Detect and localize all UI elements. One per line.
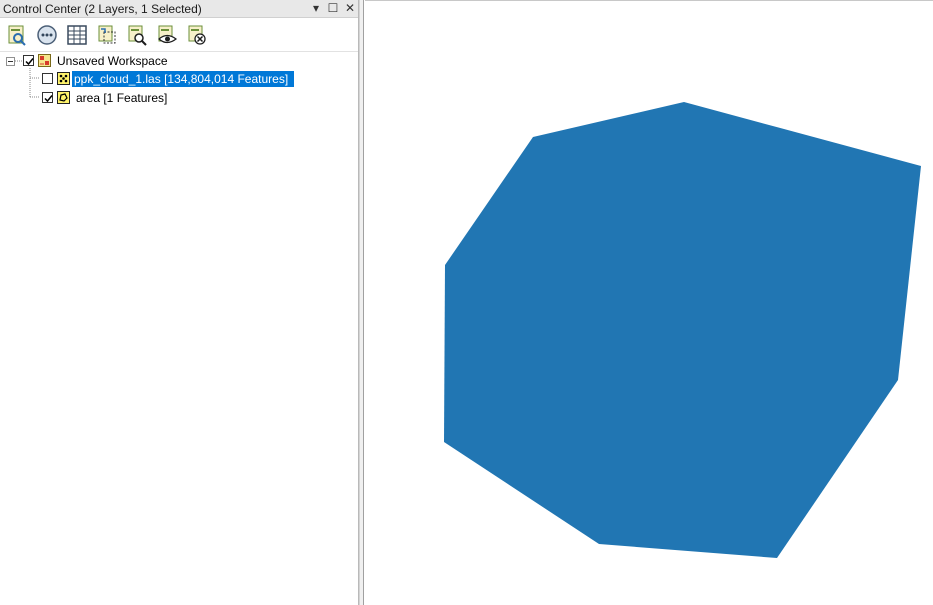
select-layer-button[interactable]	[95, 23, 119, 47]
minus-icon	[8, 61, 13, 62]
panel-splitter[interactable]	[359, 0, 364, 605]
tree-node-workspace[interactable]: Unsaved Workspace	[0, 52, 358, 70]
zoom-to-layer-button[interactable]	[125, 23, 149, 47]
remove-layer-icon	[188, 25, 206, 45]
select-layer-icon	[98, 25, 116, 44]
panel-title: Control Center (2 Layers, 1 Selected)	[3, 2, 202, 16]
tree-node-layer[interactable]: ppk_cloud_1.las [134,804,014 Features]	[0, 70, 358, 88]
checkmark-icon	[44, 95, 53, 103]
layer-options-icon	[37, 25, 57, 45]
add-data-icon	[8, 25, 26, 46]
pin-dropdown-button[interactable]: ▾	[309, 1, 323, 15]
layer-visibility-checkbox[interactable]	[42, 73, 53, 84]
maximize-button[interactable]: ☐	[326, 1, 340, 15]
add-data-button[interactable]	[5, 23, 29, 47]
zoom-to-layer-icon	[128, 25, 147, 46]
layer-visibility-checkbox[interactable]	[42, 92, 53, 103]
workspace-checkbox[interactable]	[23, 55, 34, 66]
polygon-layer-icon	[57, 91, 70, 104]
workspace-label: Unsaved Workspace	[57, 54, 168, 68]
control-center-toolbar	[0, 18, 358, 52]
attribute-table-button[interactable]	[65, 23, 89, 47]
view-layer-icon	[158, 25, 177, 44]
map-canvas	[444, 102, 921, 558]
layer-label[interactable]: area [1 Features]	[74, 90, 169, 106]
layer-label-selected[interactable]: ppk_cloud_1.las [134,804,014 Features]	[72, 71, 294, 87]
layer-options-button[interactable]	[35, 23, 59, 47]
collapse-toggle[interactable]	[6, 57, 15, 66]
tree-node-layer[interactable]: area [1 Features]	[0, 89, 358, 107]
point-cloud-icon	[57, 72, 70, 85]
attribute-table-icon	[67, 25, 87, 45]
control-center-panel: Control Center (2 Layers, 1 Selected) ▾ …	[0, 0, 359, 605]
area-polygon[interactable]	[444, 102, 921, 558]
view-layer-button[interactable]	[155, 23, 179, 47]
close-button[interactable]: ✕	[343, 1, 357, 15]
remove-layer-button[interactable]	[185, 23, 209, 47]
checkmark-icon	[25, 58, 34, 66]
map-view[interactable]	[365, 0, 933, 605]
workspace-icon	[38, 54, 51, 67]
panel-titlebar[interactable]: Control Center (2 Layers, 1 Selected) ▾ …	[0, 0, 358, 18]
